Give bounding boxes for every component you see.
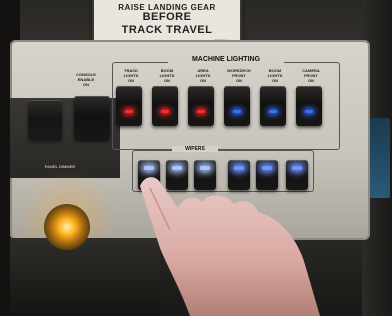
lighting-switch-label: CAMERA FRONT ON — [294, 68, 328, 83]
left-blank-switch[interactable] — [28, 100, 62, 140]
switch-indicator-led — [305, 110, 313, 113]
switch-indicator-led — [197, 110, 205, 113]
lighting-switch-label-line3: ON — [164, 78, 170, 83]
hand-shape — [140, 177, 320, 316]
switch-indicator-led — [161, 110, 169, 113]
wipers-title: WIPERS — [172, 146, 218, 152]
operator-hand — [140, 177, 320, 316]
lighting-switch-label: BOOM LIGHTS ON — [258, 68, 292, 83]
lighting-switch-label-line3: ON — [128, 78, 134, 83]
lighting-switch-label: WORKDECK FRONT ON — [222, 68, 256, 83]
lighting-switch-label: AREA LIGHTS ON — [186, 68, 220, 83]
console-enable-line-3: ON — [83, 82, 89, 87]
lighting-rocker-switch[interactable] — [152, 86, 178, 126]
lighting-switch-label: BOOM LIGHTS ON — [150, 68, 184, 83]
lighting-rocker-switch[interactable] — [188, 86, 214, 126]
sign-line-3: TRACK TRAVEL — [121, 24, 213, 36]
lighting-rocker-switch[interactable] — [224, 86, 250, 126]
lighting-rocker-switch[interactable] — [296, 86, 322, 126]
lighting-switch-label-line3: ON — [308, 78, 314, 83]
lighting-switch-label-line3: ON — [272, 78, 278, 83]
lighting-rocker-switch[interactable] — [260, 86, 286, 126]
machine-lighting-title: MACHINE LIGHTING — [168, 56, 284, 63]
lighting-switch-label-line3: ON — [236, 78, 242, 83]
rotary-knob-icon[interactable] — [44, 204, 90, 250]
knob-label: PANEL DIMMER — [44, 164, 76, 169]
lighting-switch-label-line3: ON — [200, 78, 206, 83]
switch-indicator-led — [233, 110, 241, 113]
lighting-switch-label: TRACK LIGHTS ON — [114, 68, 148, 83]
console-enable-label: CONSOLE ENABLE ON — [64, 72, 108, 87]
switch-indicator-led — [125, 110, 133, 113]
console-enable-switch[interactable] — [74, 96, 110, 140]
photo-scene: RAISE LANDING GEAR BEFORE TRACK TRAVEL B… — [0, 0, 392, 316]
lighting-rocker-switch[interactable] — [116, 86, 142, 126]
switch-indicator-led — [269, 110, 277, 113]
sign-line-2: BEFORE — [142, 11, 192, 23]
